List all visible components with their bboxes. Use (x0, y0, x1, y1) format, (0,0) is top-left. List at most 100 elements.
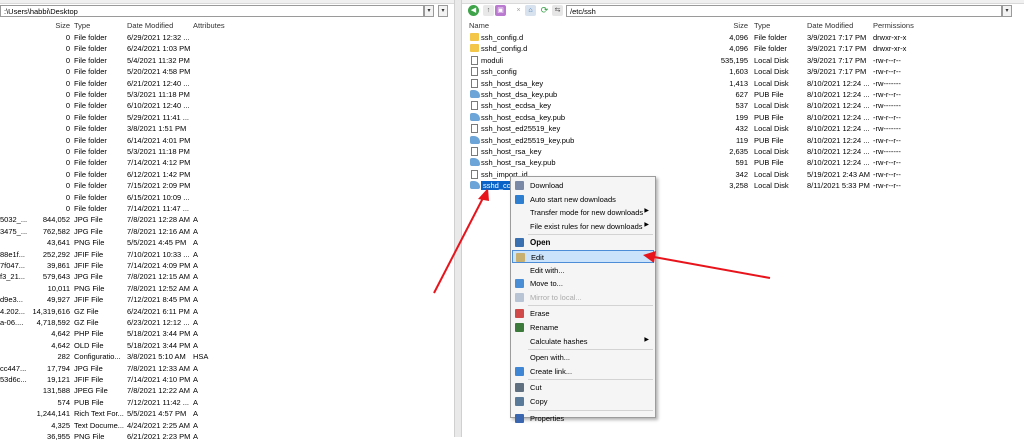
table-row[interactable]: cc447... 17,794 JPG File 7/8/2021 12:33 AM A (0, 363, 454, 374)
table-row[interactable]: 0 File folder 5/4/2021 11:32 PM (0, 55, 454, 66)
right-col-type[interactable]: Type (754, 21, 770, 30)
table-row[interactable]: ssh_host_ecdsa_key 537 Local Disk 8/10/2021… (462, 100, 1024, 111)
menu-item-properties[interactable]: Properties (512, 412, 654, 425)
table-row[interactable]: ssh_config 1,603 Local Disk 3/9/2021 7:17 P… (462, 66, 1024, 77)
submenu-arrow-icon: ▶ (644, 336, 649, 343)
table-row[interactable]: a-06.... 4,718,592 GZ File 6/23/2021 12:12 … (0, 317, 454, 328)
menu-item-edit[interactable]: Edit (512, 250, 654, 263)
table-row[interactable]: 4,642 OLD File 5/18/2021 3:44 PM A (0, 340, 454, 351)
right-col-size[interactable]: Size (712, 21, 748, 30)
context-menu: Download Auto start new downloads Transfer… (510, 176, 656, 423)
left-col-type[interactable]: Type (74, 21, 90, 30)
table-row[interactable]: ssh_host_rsa_key 2,635 Local Disk 8/10/2021… (462, 146, 1024, 157)
table-row[interactable]: sshd_config.d 4,096 File folder 3/9/2021 7:… (462, 43, 1024, 54)
menu-item-create-link[interactable]: Create link... (512, 365, 654, 378)
menu-item-label: Edit with... (530, 265, 565, 275)
file-permissions: -rw-r--r-- (873, 112, 901, 122)
file-type: File folder (74, 158, 107, 168)
menu-item-edit-with[interactable]: Edit with... (512, 264, 654, 277)
menu-item-file-exist-rules-for-new-downloads[interactable]: File exist rules for new downloads ▶ (512, 220, 654, 233)
menu-item-download[interactable]: Download (512, 179, 654, 192)
table-row[interactable]: 574 PUB File 7/12/2021 11:42 ... A (0, 397, 454, 408)
file-modified: 5/5/2021 4:45 PM (127, 238, 187, 248)
table-row[interactable]: 0 File folder 6/12/2021 1:42 PM (0, 169, 454, 180)
table-row[interactable]: 3475_... 762,582 JPG File 7/8/2021 12:16 AM… (0, 226, 454, 237)
table-row[interactable]: 282 Configuratio... 3/8/2021 5:10 AM HSA (0, 351, 454, 362)
table-row[interactable]: 4,325 Text Docume... 4/24/2021 2:25 AM A (0, 420, 454, 431)
menu-separator (528, 409, 653, 411)
file-size: 0 (65, 44, 70, 54)
table-row[interactable]: ssh_host_ed25519_key.pub 119 PUB File 8/10/… (462, 135, 1024, 146)
menu-item-open-with[interactable]: Open with... (512, 351, 654, 364)
menu-item-auto-start-new-downloads[interactable]: Auto start new downloads (512, 193, 654, 206)
table-row[interactable]: 0 File folder 6/29/2021 12:32 ... (0, 32, 454, 43)
table-row[interactable]: 4,642 PHP File 5/18/2021 3:44 PM A (0, 328, 454, 339)
file-size: 4,096 (729, 44, 748, 54)
table-row[interactable]: 1,244,141 Rich Text For... 5/5/2021 4:57 P… (0, 408, 454, 419)
menu-item-copy[interactable]: Copy (512, 395, 654, 408)
file-size: 579,643 (42, 272, 70, 282)
file-type: Local Disk (754, 147, 789, 156)
table-row[interactable]: moduli 535,195 Local Disk 3/9/2021 7:17 PM -… (462, 55, 1024, 66)
menu-item-erase[interactable]: Erase (512, 307, 654, 320)
menu-item-transfer-mode-for-new-downloads[interactable]: Transfer mode for new downloads ▶ (512, 206, 654, 219)
menu-item-label: Move to... (530, 279, 563, 289)
file-modified: 7/14/2021 4:12 PM (127, 158, 191, 168)
left-path-dropdown-button[interactable]: ▾ (424, 5, 434, 17)
file-modified: 6/14/2021 4:01 PM (127, 135, 191, 145)
left-path-input[interactable]: :\Users\habbi\Desktop (0, 5, 424, 17)
table-row[interactable]: 10,011 PNG File 7/8/2021 12:52 AM A (0, 283, 454, 294)
table-row[interactable]: ssh_host_ecdsa_key.pub 199 PUB File 8/10/20… (462, 112, 1024, 123)
table-row[interactable]: 4.202... 14,319,616 GZ File 6/24/2021 6:11 … (0, 306, 454, 317)
right-path-input[interactable]: /etc/ssh (566, 5, 1002, 17)
table-row[interactable]: 88e1f... 252,292 JFIF File 7/10/2021 10:33 … (0, 249, 454, 260)
left-col-attributes[interactable]: Attributes (193, 21, 225, 30)
table-row[interactable]: 0 File folder 6/21/2021 12:40 ... (0, 78, 454, 89)
menu-item-calculate-hashes[interactable]: Calculate hashes ▶ (512, 335, 654, 348)
file-attributes: A (193, 215, 199, 225)
table-row[interactable]: 0 File folder 5/20/2021 4:58 PM (0, 66, 454, 77)
menu-item-move-to[interactable]: Move to... (512, 277, 654, 290)
table-row[interactable]: ssh_host_dsa_key 1,413 Local Disk 8/10/2021… (462, 78, 1024, 89)
table-row[interactable]: 0 File folder 6/15/2021 10:09 ... (0, 192, 454, 203)
file-attributes: A (193, 261, 199, 270)
table-row[interactable]: 0 File folder 7/14/2021 4:12 PM (0, 157, 454, 168)
left-filter-button[interactable]: ▾ (438, 5, 448, 17)
file-modified: 8/10/2021 12:24 ... (807, 78, 870, 88)
table-row[interactable]: ssh_host_rsa_key.pub 591 PUB File 8/10/2021… (462, 157, 1024, 168)
menu-item-label: Properties (530, 413, 565, 423)
file-size: 19,121 (47, 375, 70, 384)
table-row[interactable]: 0 File folder 5/29/2021 11:41 ... (0, 112, 454, 123)
table-row[interactable]: f3_21... 579,643 JPG File 7/8/2021 12:15 AM… (0, 271, 454, 282)
right-col-name[interactable]: Name (469, 21, 489, 30)
file-size: 0 (65, 124, 70, 134)
file-modified: 5/20/2021 4:58 PM (127, 67, 191, 77)
table-row[interactable]: d9e3... 49,927 JFIF File 7/12/2021 8:45 PM A (0, 294, 454, 305)
document-icon (471, 78, 478, 88)
left-col-size[interactable]: Size (40, 21, 70, 30)
table-row[interactable]: 53d6c... 19,121 JFIF File 7/14/2021 4:10 PM… (0, 374, 454, 385)
menu-item-cut[interactable]: Cut (512, 381, 654, 394)
table-row[interactable]: 5032_... 844,052 JPG File 7/8/2021 12:28 AM… (0, 214, 454, 225)
menu-item-open[interactable]: Open (512, 236, 654, 249)
menu-item-rename[interactable]: Rename (512, 321, 654, 334)
table-row[interactable]: 43,641 PNG File 5/5/2021 4:45 PM A (0, 237, 454, 248)
right-col-permissions[interactable]: Permissions (873, 21, 914, 30)
table-row[interactable]: 0 File folder 7/14/2021 11:47 ... (0, 203, 454, 214)
right-path-dropdown-button[interactable]: ▾ (1002, 5, 1012, 17)
table-row[interactable]: 0 File folder 7/15/2021 2:09 PM (0, 180, 454, 191)
table-row[interactable]: 131,588 JPEG File 7/8/2021 12:22 AM A (0, 385, 454, 396)
table-row[interactable]: 0 File folder 6/10/2021 12:40 ... (0, 100, 454, 111)
table-row[interactable]: ssh_host_ed25519_key 432 Local Disk 8/10/20… (462, 123, 1024, 134)
table-row[interactable]: ssh_host_dsa_key.pub 627 PUB File 8/10/2021… (462, 89, 1024, 100)
table-row[interactable]: 0 File folder 6/24/2021 1:03 PM (0, 43, 454, 54)
table-row[interactable]: 7f047... 39,861 JFIF File 7/14/2021 4:09 PM… (0, 260, 454, 271)
table-row[interactable]: 0 File folder 6/14/2021 4:01 PM (0, 135, 454, 146)
table-row[interactable]: 0 File folder 3/8/2021 1:51 PM (0, 123, 454, 134)
pane-splitter[interactable] (454, 0, 462, 437)
table-row[interactable]: 0 File folder 5/3/2021 11:18 PM (0, 146, 454, 157)
left-col-modified[interactable]: Date Modified (127, 21, 173, 30)
right-col-modified[interactable]: Date Modified (807, 21, 853, 30)
table-row[interactable]: 0 File folder 5/3/2021 11:18 PM (0, 89, 454, 100)
table-row[interactable]: ssh_config.d 4,096 File folder 3/9/2021 7:1… (462, 32, 1024, 43)
